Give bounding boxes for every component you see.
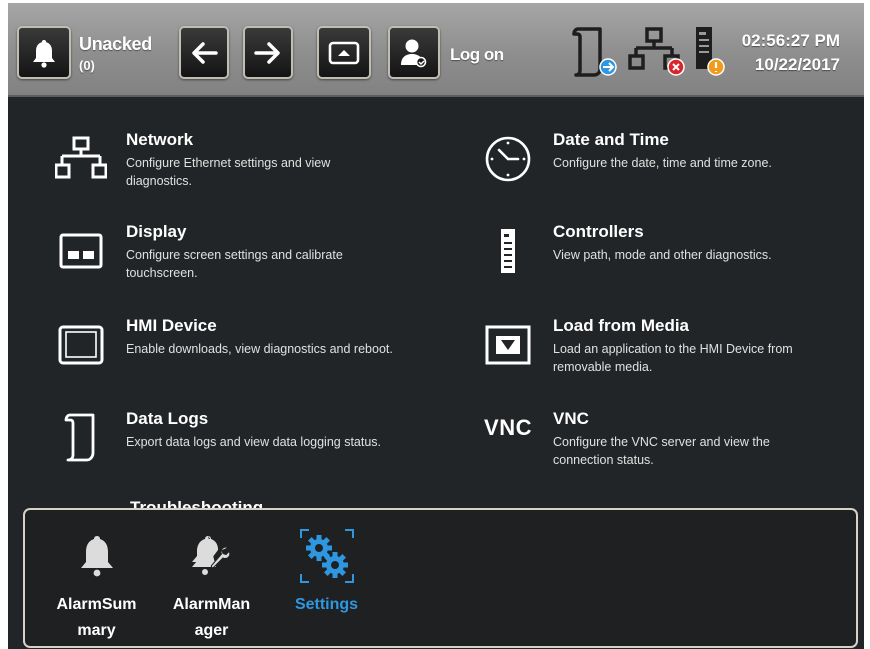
settings-item-controllers[interactable]: Controllers View path, mode and other di… [480, 222, 860, 304]
bell-wrench-icon [154, 526, 269, 586]
settings-item-network[interactable]: Network Configure Ethernet settings and … [53, 130, 433, 212]
eject-window-icon [328, 41, 360, 65]
alarm-bell-button[interactable] [17, 26, 71, 79]
user-icon [399, 37, 429, 69]
gears-icon [269, 526, 384, 586]
clock-icon [480, 132, 536, 186]
settings-item-title: HMI Device [126, 316, 217, 335]
logon-label: Log on [450, 45, 504, 64]
settings-item-description: Configure screen settings and calibrate … [126, 248, 343, 280]
settings-item-title: Controllers [553, 222, 644, 241]
nav-item-label: AlarmSum mary [56, 596, 137, 639]
data-log-status-icon[interactable] [568, 23, 620, 84]
controller-status-icon[interactable] [692, 23, 728, 84]
settings-item-description: Configure Ethernet settings and view dia… [126, 156, 331, 188]
back-button[interactable] [179, 26, 229, 79]
bell-icon [39, 526, 154, 586]
settings-item-title: VNC [553, 409, 589, 428]
popup-toggle-button[interactable] [317, 26, 371, 79]
settings-item-load-from-media[interactable]: Load from Media Load an application to t… [480, 316, 860, 398]
forward-button[interactable] [243, 26, 293, 79]
top-bar: Unacked (0) Log on 02:56:27 PM 10/22/201… [8, 3, 864, 97]
settings-item-title: Date and Time [553, 130, 669, 149]
network-status-icon[interactable] [628, 23, 688, 84]
network-icon [53, 132, 109, 186]
settings-item-vnc[interactable]: VNC VNC Configure the VNC server and vie… [480, 409, 860, 491]
settings-item-title: Display [126, 222, 187, 241]
arrow-right-icon [254, 40, 282, 66]
settings-item-description: Export data logs and view data logging s… [126, 435, 382, 449]
settings-item-title: Network [126, 130, 194, 149]
controller-icon [480, 224, 536, 278]
load-media-icon [480, 318, 536, 372]
clock-date: 10/22/2017 [754, 55, 840, 74]
nav-settings-button[interactable]: Settings [269, 518, 384, 638]
nav-item-label: AlarmMan ager [172, 596, 251, 639]
settings-item-description: View path, mode and other diagnostics. [553, 248, 772, 262]
settings-item-title: Load from Media [553, 316, 690, 335]
settings-item-description: Configure the date, time and time zone. [553, 156, 772, 170]
bell-icon [29, 37, 59, 69]
clock-time: 02:56:27 PM [741, 31, 840, 50]
logon-button[interactable] [388, 26, 440, 79]
unacked-count: (0) [79, 58, 95, 73]
settings-item-hmi-device[interactable]: HMI Device Enable downloads, view diagno… [53, 316, 433, 398]
settings-item-description: Configure the VNC server and view the co… [553, 435, 770, 467]
unacked-label: Unacked [79, 34, 152, 54]
navigation-popup: AlarmSum mary AlarmMan ager Settings [23, 508, 858, 648]
display-icon [53, 224, 109, 278]
vnc-icon-text: VNC [484, 415, 532, 440]
nav-alarm-summary-button[interactable]: AlarmSum mary [39, 518, 154, 639]
vnc-icon: VNC [480, 401, 536, 455]
nav-item-label: Settings [294, 596, 359, 613]
settings-item-title: Data Logs [126, 409, 209, 428]
hmi-device-icon [53, 318, 109, 372]
settings-item-description: Load an application to the HMI Device fr… [553, 342, 793, 374]
settings-item-date-time[interactable]: Date and Time Configure the date, time a… [480, 130, 860, 212]
settings-item-description: Enable downloads, view diagnostics and r… [126, 342, 393, 356]
hmi-screen: Unacked (0) Log on 02:56:27 PM 10/22/201… [8, 3, 864, 649]
arrow-left-icon [190, 40, 218, 66]
settings-item-display[interactable]: Display Configure screen settings and ca… [53, 222, 433, 304]
scroll-icon [53, 411, 109, 465]
nav-alarm-manager-button[interactable]: AlarmMan ager [154, 518, 269, 639]
settings-item-data-logs[interactable]: Data Logs Export data logs and view data… [53, 409, 433, 491]
